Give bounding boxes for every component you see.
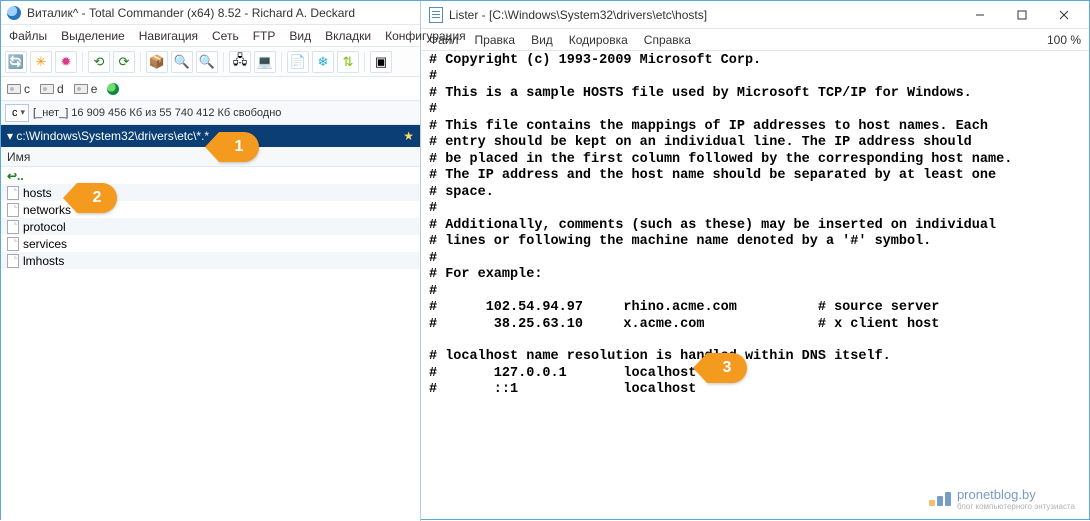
lister-app-icon — [429, 7, 443, 23]
network-button[interactable] — [107, 83, 119, 95]
free-space-label: [_нет_] 16 909 456 Кб из 55 740 412 Кб с… — [33, 107, 281, 119]
globe-icon — [107, 83, 119, 95]
chevron-down-icon: ▾ — [21, 107, 26, 118]
console-icon[interactable]: ▣ — [370, 51, 392, 73]
toolbar-sep3 — [223, 52, 224, 72]
lister-titlebar[interactable]: Lister - [C:\Windows\System32\drivers\et… — [421, 1, 1089, 29]
lister-text-content[interactable]: # Copyright (c) 1993-2009 Microsoft Corp… — [421, 51, 1089, 521]
file-icon — [7, 220, 19, 234]
refresh-icon[interactable]: 🔄 — [5, 51, 27, 73]
notepad-icon[interactable]: 📄 — [287, 51, 309, 73]
sun-icon[interactable]: ✹ — [55, 51, 77, 73]
lister-menu-file[interactable]: Файл — [429, 33, 459, 47]
disk-icon — [74, 84, 88, 94]
tc-app-icon — [7, 6, 21, 20]
drive-d-button[interactable]: d — [40, 82, 64, 96]
watermark-name: pronetblog.by — [957, 487, 1036, 502]
list-item[interactable]: services — [1, 235, 420, 252]
lister-menubar: Файл Правка Вид Кодировка Справка 100 % — [421, 29, 1089, 51]
watermark-logo-icon — [929, 492, 951, 506]
current-path: ▾ c:\Windows\System32\drivers\etc\*.* — [7, 129, 209, 143]
window-controls — [959, 3, 1085, 27]
sort-icon[interactable]: ⇅ — [337, 51, 359, 73]
watermark-tag: блог компьютерного энтузиаста — [957, 502, 1075, 511]
tc-drive-buttons: c d e — [1, 77, 420, 101]
tc-menu-files[interactable]: Файлы — [9, 29, 47, 43]
maximize-button[interactable] — [1001, 3, 1043, 27]
up-arrow-icon: ↩.. — [7, 169, 24, 183]
total-commander-window: Виталик^ - Total Commander (x64) 8.52 - … — [1, 1, 421, 521]
tc-menu-nav[interactable]: Навигация — [139, 29, 198, 43]
packer-icon[interactable]: 📦 — [146, 51, 168, 73]
lister-window-title: Lister - [C:\Windows\System32\drivers\et… — [449, 8, 953, 22]
updir-row[interactable]: ↩.. — [1, 167, 420, 184]
list-item[interactable]: protocol — [1, 218, 420, 235]
tc-menu-tabs[interactable]: Вкладки — [325, 29, 371, 43]
watermark: pronetblog.by блог компьютерного энтузиа… — [929, 487, 1075, 511]
tc-titlebar[interactable]: Виталик^ - Total Commander (x64) 8.52 - … — [1, 1, 420, 25]
toolbar-sep — [82, 52, 83, 72]
tc-menu-view[interactable]: Вид — [289, 29, 311, 43]
drive-e-button[interactable]: e — [74, 82, 98, 96]
file-icon — [7, 186, 19, 200]
tc-menu-net[interactable]: Сеть — [212, 29, 239, 43]
list-item[interactable]: lmhosts — [1, 252, 420, 269]
drive-c-button[interactable]: c — [7, 82, 30, 96]
toolbar-sep4 — [281, 52, 282, 72]
tc-toolbar: 🔄 ✳ ✹ ⟲ ⟳ 📦 🔍 🔍 🖧 💻 📄 ❄ ⇅ ▣ — [1, 47, 420, 77]
snow-icon[interactable]: ❄ — [312, 51, 334, 73]
callout-1: 1 — [219, 132, 259, 162]
file-icon — [7, 254, 19, 268]
file-icon — [7, 237, 19, 251]
telnet-icon[interactable]: 💻 — [254, 51, 276, 73]
file-list[interactable]: ↩.. hosts networks protocol services lmh… — [1, 167, 420, 521]
lister-menu-edit[interactable]: Правка — [475, 33, 516, 47]
lister-window: Lister - [C:\Windows\System32\drivers\et… — [421, 1, 1089, 521]
disk-icon — [40, 84, 54, 94]
tc-menubar: Файлы Выделение Навигация Сеть FTP Вид В… — [1, 25, 420, 47]
drive-combobox[interactable]: c ▾ — [5, 104, 29, 122]
forward-icon[interactable]: ⟳ — [113, 51, 135, 73]
minimize-button[interactable] — [959, 3, 1001, 27]
callout-2: 2 — [77, 183, 117, 213]
disk-icon — [7, 84, 21, 94]
favorites-star-icon[interactable]: ★ — [403, 129, 414, 143]
scroll-percent: 100 % — [1047, 33, 1081, 47]
tc-menu-selection[interactable]: Выделение — [61, 29, 125, 43]
lister-menu-help[interactable]: Справка — [644, 33, 691, 47]
back-icon[interactable]: ⟲ — [88, 51, 110, 73]
search-icon[interactable]: 🔍 — [171, 51, 193, 73]
file-icon — [7, 203, 19, 217]
gear-icon[interactable]: ✳ — [30, 51, 52, 73]
toolbar-sep2 — [140, 52, 141, 72]
callout-3: 3 — [707, 353, 747, 383]
tc-drive-bar: c ▾ [_нет_] 16 909 456 Кб из 55 740 412 … — [1, 101, 420, 125]
tc-menu-ftp[interactable]: FTP — [253, 29, 276, 43]
ftp-icon[interactable]: 🖧 — [229, 51, 251, 73]
lister-menu-view[interactable]: Вид — [531, 33, 553, 47]
close-button[interactable] — [1043, 3, 1085, 27]
lister-menu-encoding[interactable]: Кодировка — [569, 33, 628, 47]
toolbar-sep5 — [364, 52, 365, 72]
tc-window-title: Виталик^ - Total Commander (x64) 8.52 - … — [27, 6, 355, 20]
search2-icon[interactable]: 🔍 — [196, 51, 218, 73]
